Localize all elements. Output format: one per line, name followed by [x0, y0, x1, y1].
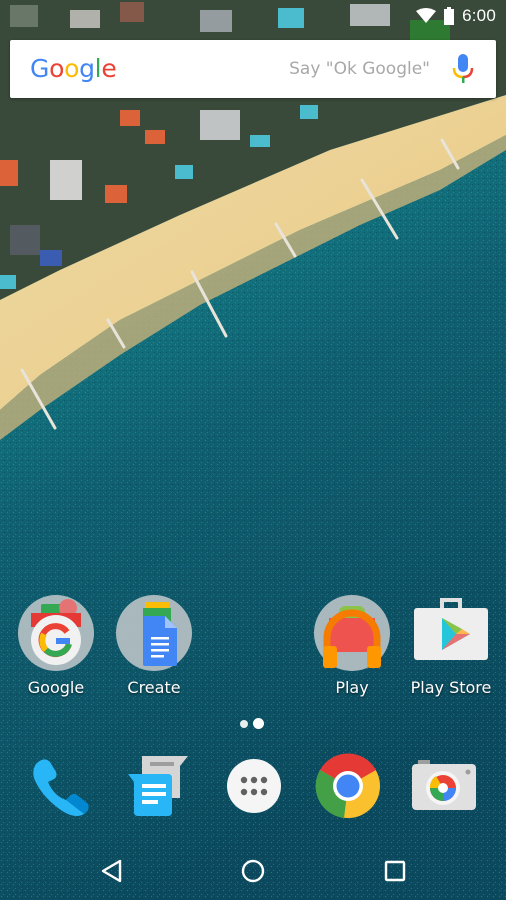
- play-store-icon: [414, 598, 488, 660]
- dock-phone[interactable]: [26, 752, 94, 820]
- docs-folder-icon: [116, 595, 192, 671]
- page-indicator: [240, 718, 264, 729]
- app-drawer-icon: [227, 759, 281, 813]
- app-label: Create: [127, 678, 181, 697]
- logo-letter: o: [49, 54, 65, 83]
- app-label: Play: [335, 678, 369, 697]
- dock-chrome[interactable]: [314, 752, 382, 820]
- google-search-bar[interactable]: Google Say "Ok Google": [10, 40, 496, 98]
- dock-app-drawer[interactable]: [220, 752, 288, 820]
- home-button[interactable]: [238, 856, 268, 886]
- logo-letter: G: [30, 54, 50, 83]
- battery-icon: [444, 7, 455, 25]
- dock-messenger[interactable]: [124, 752, 192, 820]
- back-button[interactable]: [98, 856, 128, 886]
- app-create-folder[interactable]: Create: [104, 594, 204, 697]
- logo-letter: e: [101, 54, 117, 83]
- logo-letter: o: [64, 54, 80, 83]
- chrome-icon: [315, 753, 380, 818]
- voice-search-hint[interactable]: Say "Ok Google": [289, 59, 430, 79]
- camera-icon: [412, 760, 476, 810]
- google-folder-icon: [18, 595, 94, 671]
- dock-camera[interactable]: [410, 752, 478, 820]
- app-play-store[interactable]: Play Store: [401, 594, 501, 697]
- recents-button[interactable]: [380, 856, 410, 886]
- app-label: Play Store: [410, 678, 492, 697]
- mic-icon[interactable]: [452, 54, 474, 84]
- navigation-bar: [0, 840, 506, 900]
- phone-icon: [33, 759, 89, 816]
- page-dot-active: [253, 718, 264, 729]
- clock: 6:00: [462, 6, 496, 25]
- google-logo: Google: [30, 54, 117, 84]
- messages-icon: [128, 756, 188, 816]
- page-dot: [240, 719, 248, 728]
- app-play-folder[interactable]: Play: [302, 594, 402, 697]
- play-folder-icon: [314, 595, 390, 671]
- app-label: Google: [27, 678, 85, 697]
- wifi-icon: [416, 8, 437, 23]
- status-bar: 6:00: [0, 0, 506, 32]
- logo-letter: g: [79, 54, 95, 83]
- app-google-folder[interactable]: Google: [6, 594, 106, 697]
